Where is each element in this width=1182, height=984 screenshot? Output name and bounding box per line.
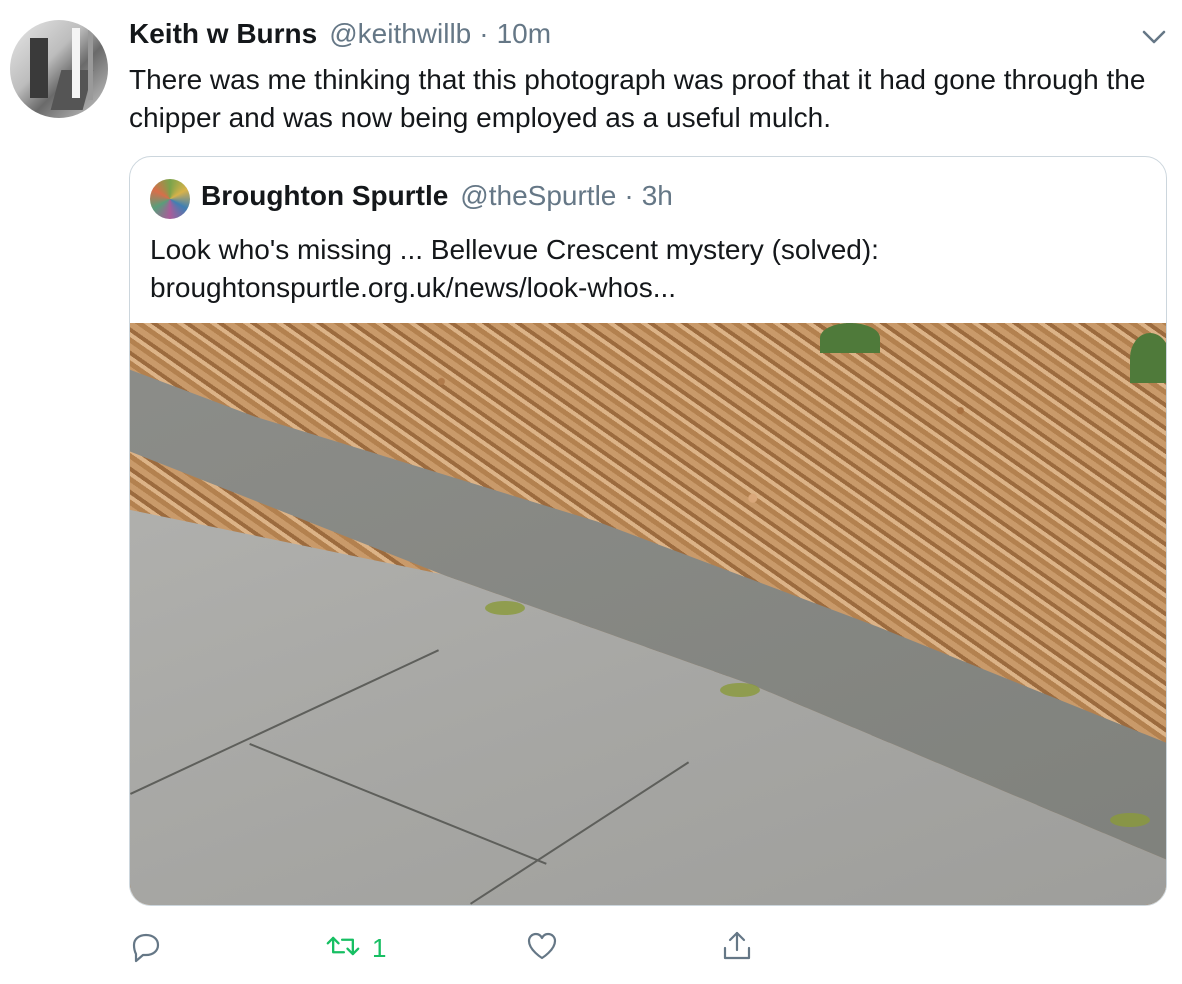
quoted-link[interactable]: broughtonspurtle.org.uk/news/look-whos..… [150,269,1140,307]
quoted-text-line: Look who's missing ... Bellevue Crescent… [150,234,879,265]
share-icon [720,929,754,968]
quoted-author-avatar[interactable] [150,179,190,219]
reply-button[interactable] [129,928,163,968]
share-button[interactable] [720,928,754,968]
reply-icon [129,929,163,968]
author-handle[interactable]: @keithwillb [329,18,471,50]
quoted-author-handle: @theSpurtle [460,180,617,211]
quoted-tweet-timestamp: 3h [641,180,673,211]
quoted-tweet-photo[interactable] [130,323,1166,905]
like-button[interactable] [525,928,559,968]
quoted-author-name: Broughton Spurtle [201,180,449,211]
tweet-text: There was me thinking that this photogra… [129,64,1146,133]
author-name[interactable]: Keith w Burns [129,18,317,50]
tweet[interactable]: Keith w Burns @keithwillb · 10m There wa… [0,0,1182,984]
tweet-timestamp[interactable]: 10m [497,18,551,50]
retweet-button[interactable]: 1 [326,928,386,968]
quoted-tweet-text: Look who's missing ... Bellevue Crescent… [150,231,1140,307]
separator-dot: · [624,180,634,211]
quoted-tweet[interactable]: Broughton Spurtle @theSpurtle · 3h Look … [129,156,1167,906]
like-icon [525,929,559,968]
caret-down-icon[interactable] [1140,26,1168,48]
retweet-count: 1 [372,932,387,963]
retweet-icon [326,929,360,968]
author-avatar[interactable] [10,20,108,118]
separator-dot: · [479,18,489,49]
quoted-tweet-header: Broughton Spurtle @theSpurtle · 3h [201,180,673,212]
tweet-header: Keith w Burns @keithwillb · 10m [129,18,551,58]
